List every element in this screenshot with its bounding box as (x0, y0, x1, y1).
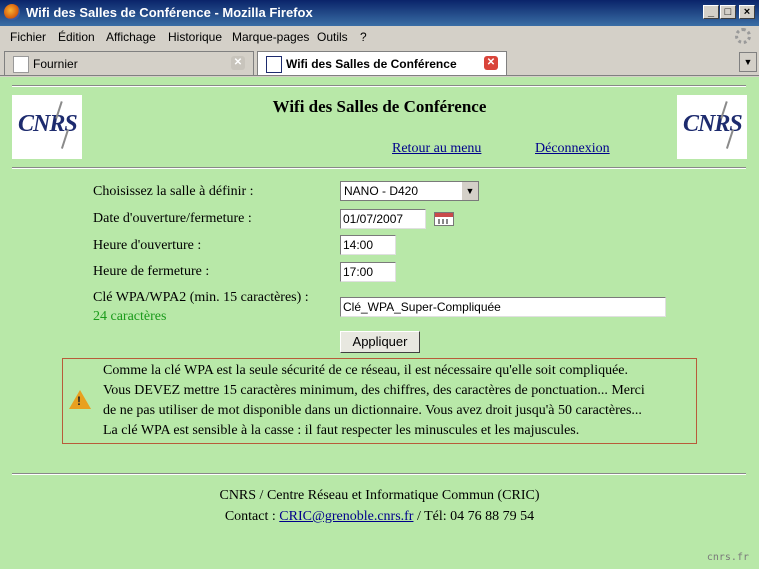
apply-button[interactable]: Appliquer (340, 331, 420, 353)
logout-link[interactable]: Déconnexion (535, 141, 610, 157)
tab-close-icon[interactable]: ✕ (484, 56, 498, 70)
watermark: cnrs.fr (706, 552, 749, 563)
menu-help[interactable]: ? (360, 30, 367, 44)
tab-bar: Fournier ✕ Wifi des Salles de Conférence… (0, 48, 759, 76)
footer-org: CNRS / Centre Réseau et Informatique Com… (219, 488, 540, 503)
warning-line: de ne pas utiliser de mot disponible dan… (103, 403, 642, 418)
open-time-input[interactable]: 14:00 (340, 235, 396, 255)
menu-edition[interactable]: Édition (58, 30, 95, 44)
warning-box: ! Comme la clé WPA est la seule sécurité… (62, 358, 697, 444)
close-window-button[interactable]: × (739, 5, 755, 19)
tab-fournier[interactable]: Fournier ✕ (4, 51, 254, 75)
tab-label: Fournier (33, 57, 78, 71)
back-to-menu-link[interactable]: Retour au menu (392, 141, 481, 157)
date-label: Date d'ouverture/fermeture : (93, 211, 252, 226)
page-content: CNRS CNRS Wifi des Salles de Conférence … (0, 77, 759, 569)
contact-prefix: Contact : (224, 509, 280, 524)
room-select[interactable]: NANO - D420 ▼ (340, 181, 479, 201)
menu-marque-pages[interactable]: Marque-pages (232, 30, 309, 44)
divider (12, 167, 746, 169)
menu-fichier[interactable]: Fichier (10, 30, 46, 44)
menu-affichage[interactable]: Affichage (106, 30, 156, 44)
firefox-icon (4, 4, 20, 20)
page-title: Wifi des Salles de Conférence (272, 97, 487, 116)
warning-line: Vous DEVEZ mettre 15 caractères minimum,… (103, 383, 645, 398)
menu-historique[interactable]: Historique (168, 30, 222, 44)
page-icon (13, 56, 29, 73)
date-input[interactable]: 01/07/2007 (340, 209, 426, 229)
contact-phone: / Tél: 04 76 88 79 54 (413, 509, 535, 524)
close-time-label: Heure de fermeture : (93, 264, 210, 279)
warning-line: Comme la clé WPA est la seule sécurité d… (103, 363, 629, 378)
maximize-button[interactable]: □ (720, 5, 736, 19)
menu-outils[interactable]: Outils (317, 30, 348, 44)
room-select-value: NANO - D420 (344, 184, 419, 198)
menu-bar: Fichier Édition Affichage Historique Mar… (0, 26, 759, 48)
room-label: Choisissez la salle à définir : (93, 184, 254, 199)
tab-label: Wifi des Salles de Conférence (286, 57, 457, 71)
tab-list-dropdown-icon[interactable]: ▼ (739, 52, 757, 72)
wpa-key-label: Clé WPA/WPA2 (min. 15 caractères) : (93, 290, 309, 305)
tab-close-icon[interactable]: ✕ (231, 56, 245, 70)
email-link[interactable]: CRIC@grenoble.cnrs.fr (279, 509, 413, 524)
divider (12, 473, 746, 475)
window-title: Wifi des Salles de Conférence - Mozilla … (26, 5, 313, 20)
divider (12, 85, 746, 87)
tab-wifi[interactable]: Wifi des Salles de Conférence ✕ (257, 51, 507, 75)
open-time-label: Heure d'ouverture : (93, 238, 202, 253)
minimize-button[interactable]: _ (703, 5, 719, 19)
calendar-icon[interactable] (434, 212, 454, 226)
window-titlebar[interactable]: Wifi des Salles de Conférence - Mozilla … (0, 0, 759, 26)
warning-line: La clé WPA est sensible à la casse : il … (103, 423, 580, 438)
close-time-input[interactable]: 17:00 (340, 262, 396, 282)
footer-contact: Contact : CRIC@grenoble.cnrs.fr / Tél: 0… (0, 509, 759, 525)
wpa-key-input[interactable]: Clé_WPA_Super-Compliquée (340, 297, 666, 317)
throbber-icon (735, 28, 751, 44)
cnrs-favicon-icon (266, 56, 282, 73)
chevron-down-icon: ▼ (461, 182, 478, 200)
wpa-key-count: 24 caractères (93, 309, 167, 324)
warning-icon: ! (69, 390, 91, 409)
